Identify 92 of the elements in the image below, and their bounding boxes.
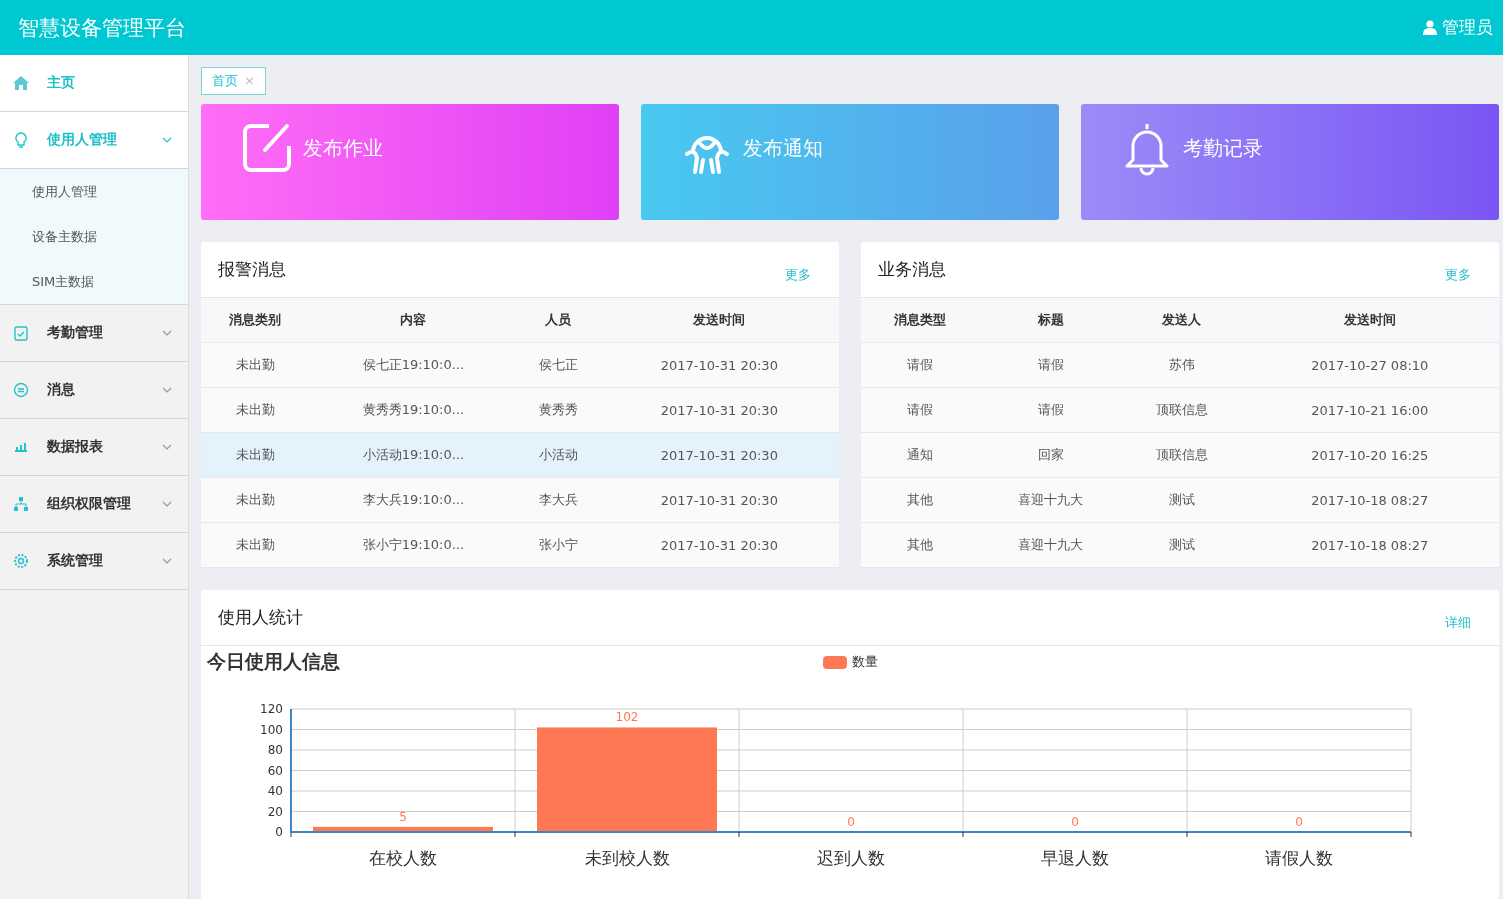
table-cell: 2017-10-27 08:10 — [1311, 357, 1429, 373]
table-cell: 其他 — [906, 492, 933, 508]
panel-title: 报警消息 — [218, 258, 286, 282]
table-cell: 测试 — [1168, 537, 1195, 553]
user-icon — [1423, 20, 1437, 35]
y-tick-label: 40 — [267, 784, 283, 799]
nav-subitem[interactable]: 使用人管理 — [0, 169, 188, 214]
clipboard-icon — [12, 324, 30, 342]
table-cell: 2017-10-31 20:30 — [660, 492, 778, 508]
table-cell: 张小宁19:10:0... — [362, 537, 465, 553]
chat-icon — [12, 381, 30, 399]
table-row[interactable]: 未出勤 张小宁19:10:0... 张小宁 2017-10-31 20:30 — [201, 522, 839, 568]
table-cell: 未出勤 — [235, 492, 275, 508]
table-row[interactable]: 请假 请假 顶联信息 2017-10-21 16:00 — [861, 387, 1499, 433]
table-cell: 2017-10-18 08:27 — [1311, 492, 1429, 508]
table-cell: 顶联信息 — [1155, 402, 1208, 418]
table-cell: 侯七正 — [539, 357, 578, 373]
table-cell: 侯七正19:10:0... — [362, 357, 465, 373]
table-cell: 喜迎十九大 — [1018, 492, 1084, 508]
table-cell: 张小宁 — [539, 537, 578, 553]
table-cell: 测试 — [1168, 492, 1195, 508]
y-tick-label: 60 — [267, 763, 283, 778]
x-category-label: 迟到人数 — [817, 848, 885, 869]
table-cell: 未出勤 — [235, 447, 275, 463]
column-header: 人员 — [517, 298, 600, 343]
column-header: 发送时间 — [599, 298, 839, 343]
x-category-label: 请假人数 — [1265, 848, 1333, 869]
nav-subitem[interactable]: 设备主数据 — [0, 214, 188, 259]
org-chart-icon — [12, 495, 30, 513]
panel-title: 业务消息 — [878, 258, 946, 282]
table-cell: 2017-10-21 16:00 — [1311, 402, 1429, 418]
table-cell: 其他 — [906, 537, 933, 553]
column-header: 发送人 — [1123, 298, 1241, 343]
y-tick-label: 80 — [267, 743, 283, 758]
table-cell: 小活动19:10:0... — [362, 447, 465, 463]
table-cell: 未出勤 — [235, 402, 275, 418]
bulb-icon — [12, 131, 30, 149]
table-cell: 请假 — [906, 357, 933, 373]
table-row[interactable]: 通知 回家 顶联信息 2017-10-20 16:25 — [861, 432, 1499, 478]
y-tick-label: 20 — [267, 804, 283, 819]
table-cell: 未出勤 — [235, 537, 275, 553]
table-cell: 未出勤 — [235, 357, 275, 373]
table-cell: 2017-10-31 20:30 — [660, 357, 778, 373]
table-cell: 2017-10-31 20:30 — [660, 447, 778, 463]
panel-title: 使用人统计 — [218, 606, 303, 630]
table-cell: 2017-10-31 20:30 — [660, 402, 778, 418]
home-icon — [12, 74, 30, 92]
table-cell: 2017-10-18 08:27 — [1311, 537, 1429, 553]
settings-icon — [12, 552, 30, 570]
table-cell: 李大兵19:10:0... — [362, 492, 465, 508]
table-row[interactable]: 其他 喜迎十九大 测试 2017-10-18 08:27 — [861, 477, 1499, 523]
table-cell: 顶联信息 — [1155, 447, 1208, 463]
value-label: 0 — [1295, 815, 1303, 830]
column-header: 标题 — [978, 298, 1124, 343]
y-tick-label: 0 — [275, 825, 283, 840]
app-title: 智慧设备管理平台 — [18, 14, 186, 42]
nav-subitem[interactable]: SIM主数据 — [0, 259, 188, 304]
table-cell: 李大兵 — [539, 492, 578, 508]
column-header: 消息类别 — [201, 298, 310, 343]
table-row[interactable]: 请假 请假 苏伟 2017-10-27 08:10 — [861, 342, 1499, 388]
bar-chart-icon — [12, 442, 30, 452]
legend-label: 数量 — [852, 653, 878, 672]
value-label: 102 — [615, 710, 639, 725]
table-cell: 黄秀秀19:10:0... — [362, 402, 465, 418]
column-header: 发送时间 — [1240, 298, 1499, 343]
table-cell: 通知 — [906, 447, 933, 463]
column-header: 内容 — [309, 298, 518, 343]
chart-title: 今日使用人信息 — [207, 649, 341, 675]
y-tick-label: 120 — [260, 702, 283, 717]
table-cell: 2017-10-20 16:25 — [1311, 447, 1429, 463]
x-category-label: 在校人数 — [369, 848, 437, 869]
x-category-label: 未到校人数 — [584, 848, 670, 869]
y-tick-label: 100 — [260, 722, 283, 737]
table-row[interactable]: 未出勤 侯七正19:10:0... 侯七正 2017-10-31 20:30 — [201, 342, 839, 388]
table-row[interactable]: 其他 喜迎十九大 测试 2017-10-18 08:27 — [861, 522, 1499, 568]
table-cell: 小活动 — [539, 447, 578, 463]
table-cell: 2017-10-31 20:30 — [660, 537, 778, 553]
table-cell: 请假 — [1037, 357, 1064, 373]
table-cell: 请假 — [906, 402, 933, 418]
table-cell: 喜迎十九大 — [1018, 537, 1084, 553]
table-row[interactable]: 未出勤 黄秀秀19:10:0... 黄秀秀 2017-10-31 20:30 — [201, 387, 839, 433]
x-category-label: 早退人数 — [1041, 848, 1109, 869]
table-row[interactable]: 未出勤 李大兵19:10:0... 李大兵 2017-10-31 20:30 — [201, 477, 839, 523]
table-row[interactable]: 未出勤 小活动19:10:0... 小活动 2017-10-31 20:30 — [201, 432, 839, 478]
value-label: 5 — [399, 810, 407, 825]
table-cell: 回家 — [1037, 447, 1064, 463]
table-cell: 苏伟 — [1168, 357, 1195, 373]
column-header: 消息类型 — [861, 298, 979, 343]
value-label: 0 — [847, 815, 855, 830]
table-cell: 黄秀秀 — [539, 402, 578, 418]
value-label: 0 — [1071, 815, 1079, 830]
table-cell: 请假 — [1037, 402, 1064, 418]
